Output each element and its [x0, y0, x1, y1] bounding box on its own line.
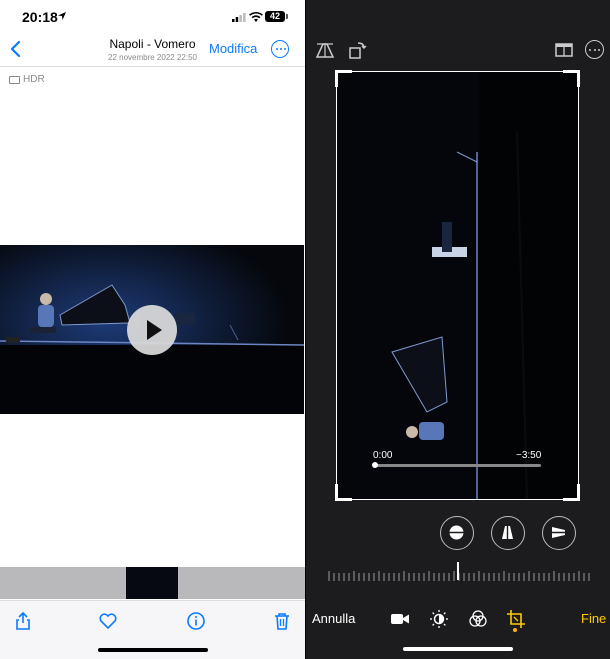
- cancel-button[interactable]: Annulla: [312, 611, 355, 626]
- crop-edge-top: [337, 71, 578, 72]
- nav-title-block: Napoli - Vomero 22 novembre 2022 22:50: [0, 37, 305, 62]
- photos-viewer: 20:18 42 Napoli - Vomero 22 novembre 202…: [0, 0, 305, 659]
- crop-corner-top-left[interactable]: [335, 70, 352, 87]
- more-options-icon[interactable]: [585, 40, 604, 59]
- wifi-icon: [249, 12, 263, 22]
- active-tool-dot: [513, 628, 517, 632]
- status-bar: 20:18 42: [0, 0, 305, 34]
- done-button[interactable]: Fine: [581, 611, 606, 626]
- filmstrip-selected-thumbnail[interactable]: [126, 567, 178, 599]
- hdr-label: HDR: [23, 74, 45, 85]
- time-start: 0:00: [373, 450, 393, 461]
- filters-icon[interactable]: [468, 609, 488, 629]
- edit-button[interactable]: Modifica: [209, 41, 257, 56]
- scrubber-knob[interactable]: [372, 462, 378, 468]
- photo-date: 22 novembre 2022 22:50: [108, 53, 197, 62]
- time-remaining: −3:50: [516, 450, 542, 461]
- crop-rotate-icon[interactable]: [506, 609, 526, 629]
- play-button[interactable]: [127, 305, 177, 355]
- page-title: Napoli - Vomero: [109, 37, 196, 51]
- location-arrow-icon: [58, 12, 66, 20]
- heart-icon[interactable]: [98, 611, 118, 631]
- home-indicator-editor: [403, 647, 513, 651]
- concert-scene-rotated-image: [337, 72, 578, 499]
- scrubber[interactable]: [372, 462, 541, 468]
- hdr-badge: HDR: [9, 74, 45, 85]
- vertical-perspective-icon[interactable]: [491, 516, 525, 550]
- ruler-indicator: [457, 562, 459, 580]
- filmstrip[interactable]: [0, 567, 305, 599]
- adjustment-ruler[interactable]: [328, 570, 590, 582]
- rotate-icon[interactable]: [348, 40, 368, 60]
- crop-edge-right: [578, 72, 579, 499]
- aspect-ratio-icon[interactable]: [554, 40, 574, 60]
- crop-frame[interactable]: [335, 70, 580, 501]
- status-time: 20:18: [22, 9, 58, 25]
- home-indicator: [98, 648, 208, 652]
- trash-icon[interactable]: [272, 611, 292, 631]
- straighten-icon[interactable]: [440, 516, 474, 550]
- rotated-video-frame: [337, 72, 578, 499]
- perspective-icon[interactable]: [315, 40, 335, 60]
- display-icon: [9, 75, 20, 84]
- battery-icon: 42: [265, 11, 288, 22]
- video-camera-icon[interactable]: [390, 609, 410, 629]
- bottom-toolbar: [0, 600, 305, 659]
- info-icon[interactable]: [186, 611, 206, 631]
- crop-edge-bottom: [337, 499, 578, 500]
- share-icon[interactable]: [13, 611, 33, 631]
- signal-icon: [232, 13, 246, 22]
- horizontal-perspective-icon[interactable]: [542, 516, 576, 550]
- more-options-icon[interactable]: [271, 40, 289, 58]
- nav-bar: Napoli - Vomero 22 novembre 2022 22:50 M…: [0, 34, 305, 67]
- adjust-icon[interactable]: [429, 609, 449, 629]
- crop-edge-left: [336, 72, 337, 499]
